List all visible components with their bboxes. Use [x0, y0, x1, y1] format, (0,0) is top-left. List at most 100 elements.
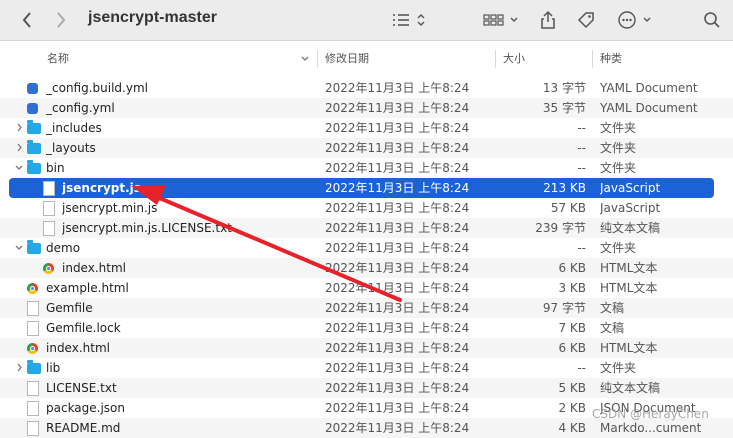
- file-kind: JavaScript: [600, 201, 661, 215]
- table-row[interactable]: Gemfile 2022年11月3日 上午8:24 97 字节 文稿: [0, 298, 733, 318]
- chrome-html-icon: [27, 343, 38, 354]
- table-row[interactable]: index.html 2022年11月3日 上午8:24 6 KB HTML文本: [0, 258, 733, 278]
- document-icon: [27, 421, 39, 436]
- file-kind: YAML Document: [600, 101, 698, 115]
- modified-date: 2022年11月3日 上午8:24: [325, 241, 470, 255]
- file-kind: HTML文本: [600, 261, 658, 275]
- folder-icon: [27, 160, 41, 174]
- sort-chevron-icon[interactable]: [300, 51, 310, 67]
- share-icon[interactable]: [536, 8, 560, 32]
- column-kind-header[interactable]: 种类: [600, 51, 622, 67]
- column-name-header[interactable]: 名称: [47, 51, 69, 67]
- table-row[interactable]: _config.yml 2022年11月3日 上午8:24 35 字节 YAML Do…: [0, 98, 733, 118]
- icon-grid-icon[interactable]: [482, 8, 522, 32]
- tag-icon[interactable]: [574, 8, 598, 32]
- file-size: 5 KB: [558, 381, 586, 395]
- table-row[interactable]: jsencrypt.min.js 2022年11月3日 上午8:24 57 KB Ja…: [0, 198, 733, 218]
- column-header: 名称 修改日期 大小 种类: [0, 48, 733, 70]
- file-size: 6 KB: [558, 261, 586, 275]
- table-row[interactable]: lib 2022年11月3日 上午8:24 -- 文件夹: [0, 358, 733, 378]
- table-row[interactable]: README.md 2022年11月3日 上午8:24 4 KB Markdo...c…: [0, 418, 733, 438]
- table-row[interactable]: _layouts 2022年11月3日 上午8:24 -- 文件夹: [0, 138, 733, 158]
- folder-icon: [27, 120, 41, 134]
- file-kind: Markdo...cument: [600, 421, 702, 435]
- file-name: README.md: [46, 421, 121, 435]
- file-name: Gemfile.lock: [46, 321, 121, 335]
- column-date-header[interactable]: 修改日期: [325, 51, 369, 67]
- file-name: example.html: [46, 281, 129, 295]
- file-kind: 文件夹: [600, 121, 637, 135]
- column-divider[interactable]: [317, 50, 318, 68]
- file-kind: 文件夹: [600, 241, 637, 255]
- file-name: _layouts: [46, 141, 96, 155]
- disclosure-collapsed-icon[interactable]: [14, 138, 24, 158]
- modified-date: 2022年11月3日 上午8:24: [325, 121, 470, 135]
- modified-date: 2022年11月3日 上午8:24: [325, 421, 470, 435]
- file-kind: 文稿: [600, 321, 625, 335]
- table-row[interactable]: _includes 2022年11月3日 上午8:24 -- 文件夹: [0, 118, 733, 138]
- file-name: _config.build.yml: [46, 81, 148, 95]
- modified-date: 2022年11月3日 上午8:24: [325, 101, 470, 115]
- document-icon: [43, 221, 55, 236]
- file-size: --: [577, 141, 586, 155]
- modified-date: 2022年11月3日 上午8:24: [325, 381, 470, 395]
- table-row[interactable]: _config.build.yml 2022年11月3日 上午8:24 13 字节 Y…: [0, 78, 733, 98]
- file-size: 3 KB: [558, 281, 586, 295]
- column-divider[interactable]: [592, 50, 593, 68]
- disclosure-expanded-icon[interactable]: [14, 158, 24, 178]
- file-name: lib: [46, 361, 61, 375]
- table-row[interactable]: LICENSE.txt 2022年11月3日 上午8:24 5 KB 纯文本文稿: [0, 378, 733, 398]
- disclosure-expanded-icon[interactable]: [14, 238, 24, 258]
- modified-date: 2022年11月3日 上午8:24: [325, 181, 470, 195]
- column-size-header[interactable]: 大小: [503, 51, 525, 67]
- disclosure-collapsed-icon[interactable]: [14, 358, 24, 378]
- modified-date: 2022年11月3日 上午8:24: [325, 221, 470, 235]
- file-kind: 文件夹: [600, 161, 637, 175]
- file-size: 2 KB: [558, 401, 586, 415]
- chevron-left-icon[interactable]: [16, 8, 38, 32]
- modified-date: 2022年11月3日 上午8:24: [325, 261, 470, 275]
- file-kind: HTML文本: [600, 281, 658, 295]
- document-icon: [27, 381, 39, 396]
- file-size: --: [577, 161, 586, 175]
- modified-date: 2022年11月3日 上午8:24: [325, 301, 470, 315]
- ellipsis-circle-icon[interactable]: [616, 8, 656, 32]
- folder-icon: [27, 140, 41, 154]
- table-row[interactable]: index.html 2022年11月3日 上午8:24 6 KB HTML文本: [0, 338, 733, 358]
- file-name: _includes: [46, 121, 102, 135]
- file-size: 239 字节: [535, 221, 586, 235]
- file-size: --: [577, 121, 586, 135]
- document-icon: [27, 301, 39, 316]
- table-row-selected[interactable]: jsencrypt.js 2022年11月3日 上午8:24 213 KB JavaS…: [9, 178, 714, 198]
- modified-date: 2022年11月3日 上午8:24: [325, 401, 470, 415]
- modified-date: 2022年11月3日 上午8:24: [325, 361, 470, 375]
- file-kind: 纯文本文稿: [600, 381, 661, 395]
- file-kind: 文件夹: [600, 141, 637, 155]
- file-size: 213 KB: [543, 181, 586, 195]
- watermark: CSDN @HerayChen: [592, 407, 709, 421]
- document-icon: [27, 321, 39, 336]
- file-size: 4 KB: [558, 421, 586, 435]
- file-size: 7 KB: [558, 321, 586, 335]
- modified-date: 2022年11月3日 上午8:24: [325, 341, 470, 355]
- table-row[interactable]: example.html 2022年11月3日 上午8:24 3 KB HTML文本: [0, 278, 733, 298]
- file-name: Gemfile: [46, 301, 93, 315]
- file-name: index.html: [62, 261, 126, 275]
- column-divider[interactable]: [495, 50, 496, 68]
- search-icon[interactable]: [700, 8, 724, 32]
- modified-date: 2022年11月3日 上午8:24: [325, 201, 470, 215]
- table-row[interactable]: demo 2022年11月3日 上午8:24 -- 文件夹: [0, 238, 733, 258]
- chevron-right-icon[interactable]: [50, 8, 72, 32]
- disclosure-collapsed-icon[interactable]: [14, 118, 24, 138]
- folder-icon: [27, 360, 41, 374]
- file-name: package.json: [46, 401, 126, 415]
- table-row[interactable]: bin 2022年11月3日 上午8:24 -- 文件夹: [0, 158, 733, 178]
- table-row[interactable]: jsencrypt.min.js.LICENSE.txt 2022年11月3日 上…: [0, 218, 733, 238]
- file-size: --: [577, 241, 586, 255]
- toolbar: jsencrypt-master: [0, 0, 733, 41]
- table-row[interactable]: Gemfile.lock 2022年11月3日 上午8:24 7 KB 文稿: [0, 318, 733, 338]
- file-size: 13 字节: [542, 81, 586, 95]
- list-view-icon[interactable]: [390, 8, 430, 32]
- file-name: jsencrypt.js: [62, 181, 141, 195]
- modified-date: 2022年11月3日 上午8:24: [325, 81, 470, 95]
